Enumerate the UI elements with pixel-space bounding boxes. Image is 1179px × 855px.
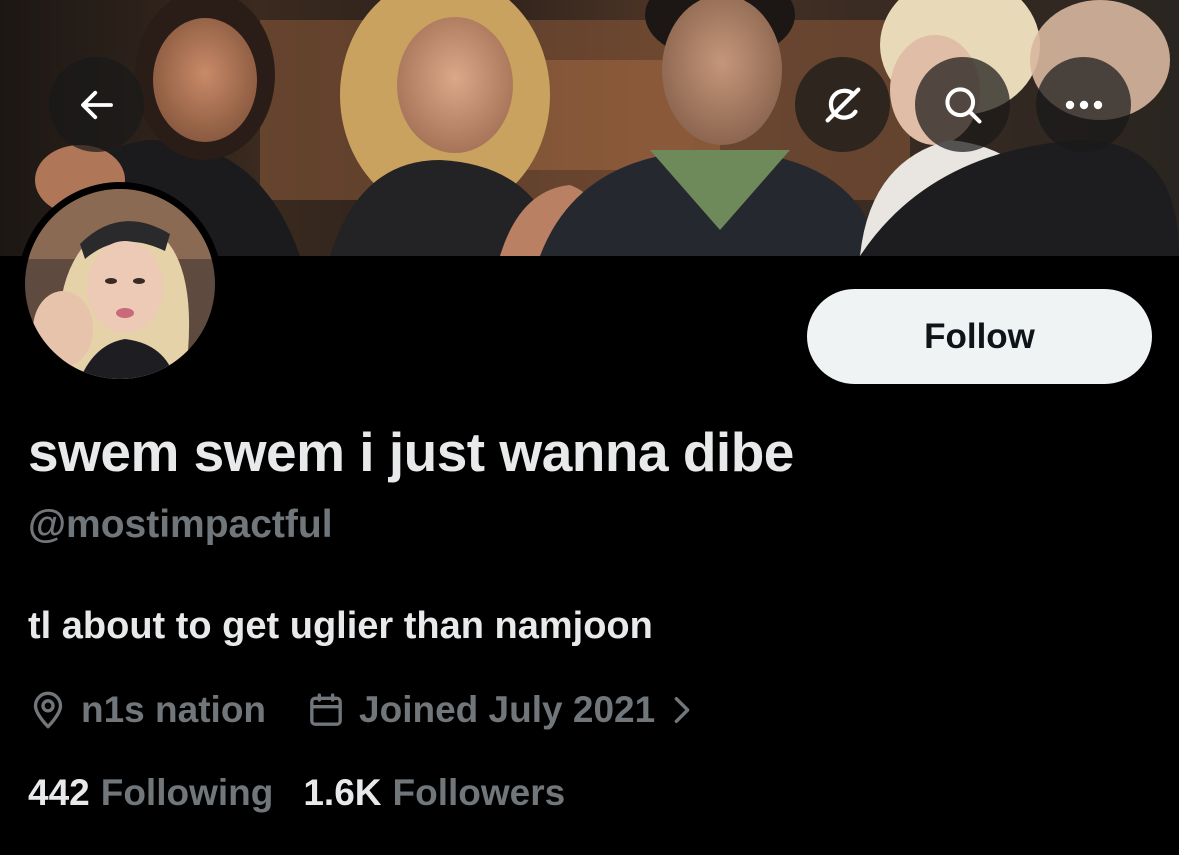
more-button[interactable] [1036, 57, 1131, 152]
username-handle: @mostimpactful [28, 503, 333, 546]
follow-button[interactable]: Follow [807, 289, 1152, 384]
location-text: n1s nation [81, 689, 267, 730]
arrow-left-icon [80, 90, 113, 119]
followers-label: Followers [392, 772, 566, 813]
avatar-photo [25, 189, 215, 379]
calendar-icon [310, 693, 342, 726]
following-link[interactable]: 442 Following [28, 772, 273, 814]
back-button[interactable] [49, 57, 144, 152]
more-horizontal-icon [1065, 100, 1102, 109]
joined-date[interactable]: Joined July 2021 [306, 689, 695, 731]
following-count: 442 [28, 772, 90, 813]
followers-link[interactable]: 1.6K Followers [303, 772, 565, 814]
grok-slash-icon [825, 87, 860, 122]
display-name: swem swem i just wanna dibe [28, 421, 794, 483]
location: n1s nation [28, 689, 266, 731]
joined-text: Joined July 2021 [359, 689, 656, 730]
grok-button[interactable] [795, 57, 890, 152]
profile-meta: n1s nation Joined July 2021 [28, 686, 695, 734]
location-pin-icon [33, 691, 63, 729]
search-icon [944, 86, 982, 124]
profile-avatar[interactable] [18, 182, 222, 386]
following-label: Following [100, 772, 274, 813]
follow-stats: 442 Following 1.6K Followers [28, 772, 565, 814]
search-button[interactable] [915, 57, 1010, 152]
profile-bio: tl about to get uglier than namjoon [28, 605, 653, 647]
followers-count: 1.6K [303, 772, 382, 813]
chevron-right-icon [674, 696, 690, 724]
